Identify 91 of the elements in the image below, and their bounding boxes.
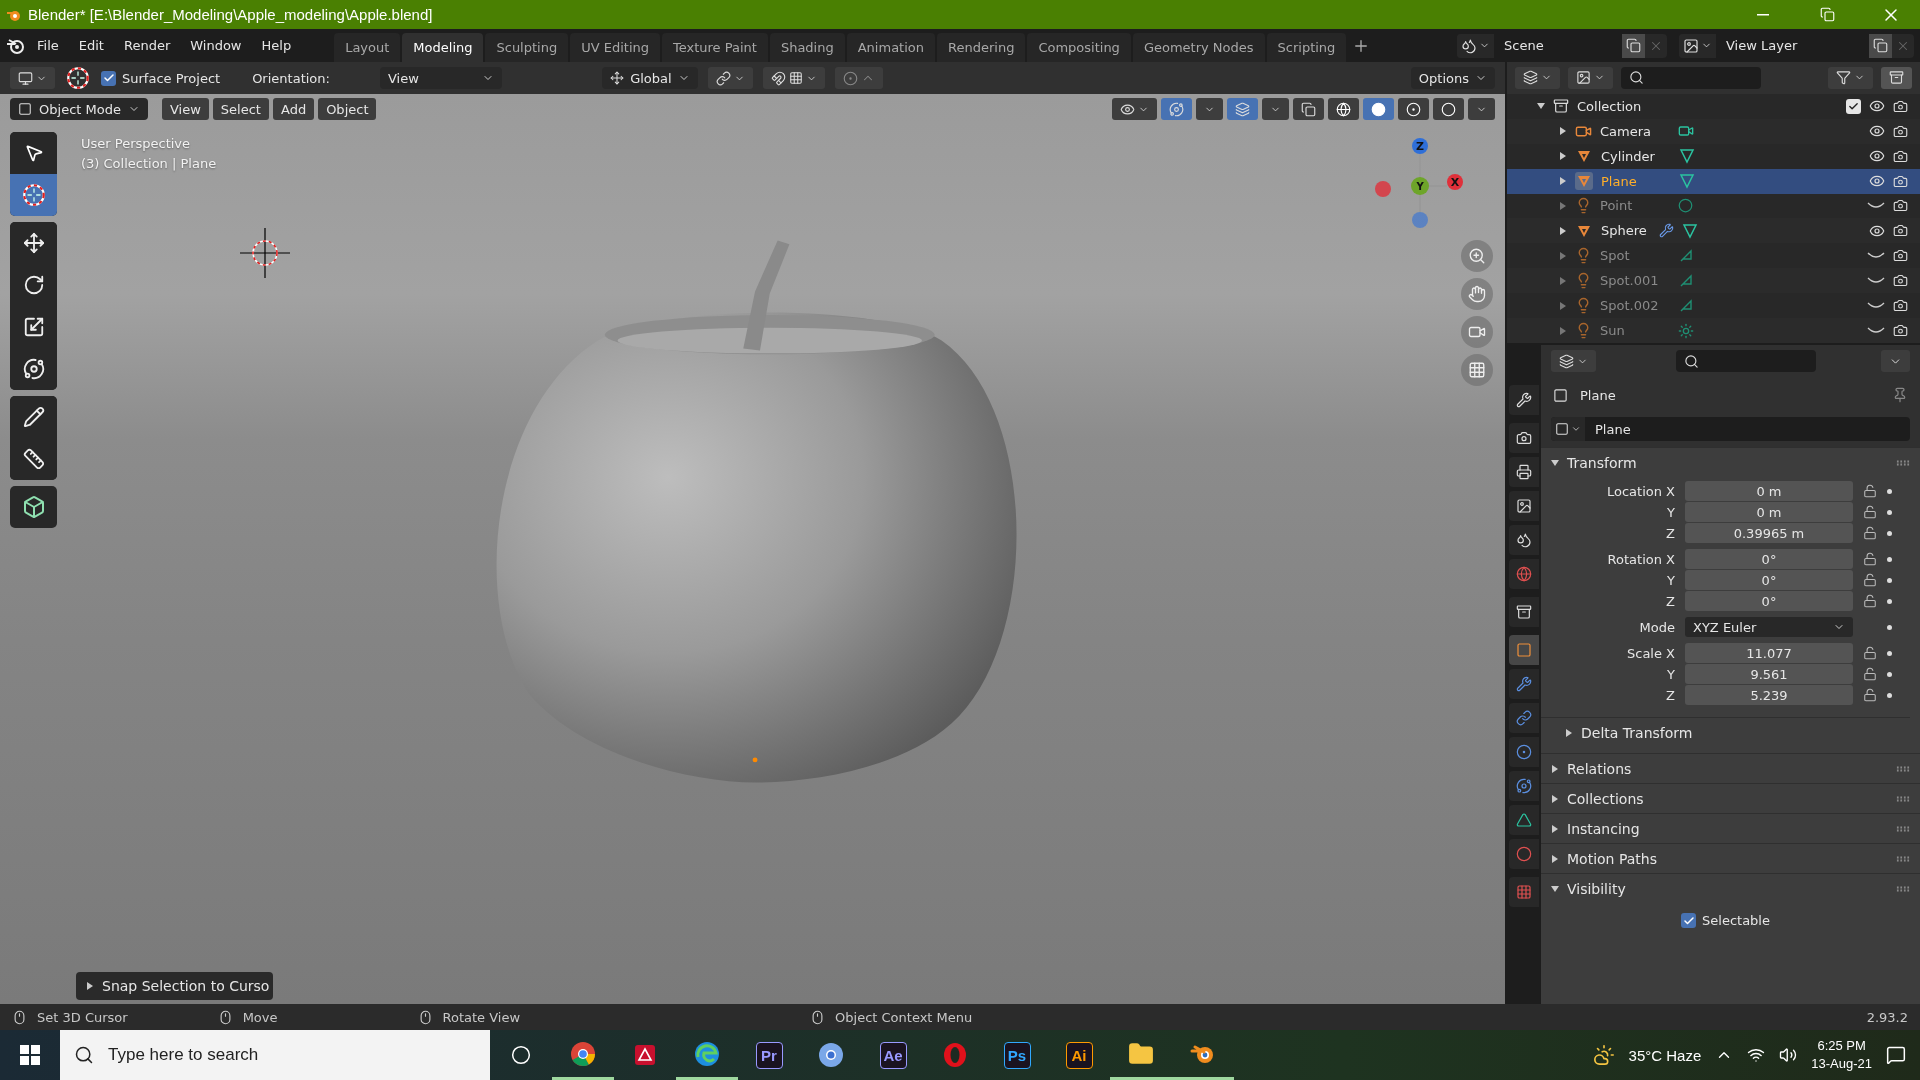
object-name: Cylinder [1601, 148, 1656, 164]
menu-item[interactable]: Help [252, 34, 301, 57]
header-menu[interactable]: Select [212, 98, 269, 120]
scene-field[interactable]: Scene [1494, 33, 1622, 58]
field-label: Z [1665, 525, 1675, 541]
number-field[interactable]: 11.077 [1685, 643, 1853, 663]
view-perspective-label: User Perspective [81, 136, 192, 151]
workspace-tab[interactable]: Modeling [402, 33, 484, 62]
options-dropdown[interactable]: Options [1410, 67, 1495, 89]
status-hint: Move [242, 1009, 278, 1025]
app-logo: Ae [879, 1041, 907, 1069]
field-label: Scale X [1626, 645, 1675, 661]
number-field[interactable]: 0.39965 m [1685, 523, 1853, 543]
workspace-tab[interactable]: Layout [334, 33, 401, 62]
field-label: Mode [1638, 619, 1675, 635]
view-layer-field[interactable]: View Layer [1716, 33, 1869, 58]
mode-dropdown[interactable]: Object Mode [10, 98, 148, 120]
panel-header[interactable]: Transform [1541, 447, 1920, 477]
selectable-checkbox[interactable]: Selectable [1681, 913, 1770, 928]
menu-item[interactable]: File [28, 34, 68, 57]
menu-item[interactable]: Render [114, 34, 180, 57]
panel-header[interactable]: Instancing [1541, 813, 1920, 843]
app-logo: Ai [1065, 1041, 1093, 1069]
object-name: Camera [1600, 123, 1653, 139]
field-label: Location X [1605, 483, 1675, 499]
panel-header[interactable]: Visibility [1541, 873, 1920, 903]
object-name: Sun [1600, 323, 1626, 338]
workspace-tab[interactable]: Scripting [1266, 33, 1347, 62]
header-menu[interactable]: Add [272, 98, 315, 120]
field-label: Y [1666, 666, 1675, 682]
number-field[interactable]: 0° [1685, 591, 1853, 611]
taskbar-app[interactable]: Ps [986, 1030, 1048, 1080]
status-hint: Object Context Menu [835, 1009, 973, 1025]
taskbar-search-field[interactable]: Type here to search [60, 1030, 490, 1080]
object-title: Plane [1580, 387, 1616, 403]
context-label: (3) Collection | Plane [81, 156, 217, 171]
object-name: Spot.001 [1600, 273, 1660, 289]
header-menu[interactable]: Object [318, 98, 377, 120]
taskbar-app[interactable]: Ae [862, 1030, 924, 1080]
field-label: Z [1665, 687, 1675, 703]
number-field[interactable]: 0 m [1685, 502, 1853, 522]
last-operator-panel[interactable]: Snap Selection to Curso [76, 972, 274, 1000]
field-label: Y [1666, 504, 1675, 520]
panel-header[interactable]: Collections [1541, 783, 1920, 813]
menu-item[interactable]: Window [181, 34, 251, 57]
workspace-tab[interactable]: Geometry Nodes [1132, 33, 1265, 62]
field-label: Y [1666, 572, 1675, 588]
workspace-tab[interactable]: Sculpting [485, 33, 569, 62]
outliner-row[interactable]: Plane [1507, 168, 1920, 194]
weather-label: 35°C Haze [1628, 1046, 1702, 1064]
app-logo: Ps [1003, 1041, 1031, 1069]
number-field[interactable]: 5.239 [1685, 685, 1853, 705]
workspace-tab[interactable]: Compositing [1027, 33, 1131, 62]
number-field[interactable]: 0° [1685, 549, 1853, 569]
panel-header[interactable]: Relations [1541, 753, 1920, 783]
workspace-tab[interactable]: UV Editing [570, 33, 660, 62]
orientation-label: Orientation: [252, 70, 330, 86]
app-logo: Pr [755, 1041, 783, 1069]
status-hint: Set 3D Cursor [37, 1009, 128, 1025]
workspace-tab[interactable]: Rendering [937, 33, 1026, 62]
surface-project-checkbox[interactable]: Surface Project [101, 70, 221, 86]
status-hint: Rotate View [442, 1009, 521, 1025]
mode-dropdown[interactable]: XYZ Euler [1685, 617, 1853, 637]
header-menu[interactable]: View [162, 98, 209, 120]
field-label: Z [1665, 593, 1675, 609]
number-field[interactable]: 9.561 [1685, 664, 1853, 684]
axis-ball[interactable]: Z [1412, 138, 1428, 154]
panel-header[interactable]: Motion Paths [1541, 843, 1920, 873]
taskbar-app[interactable]: Pr [738, 1030, 800, 1080]
workspace-tab[interactable]: Texture Paint [662, 33, 768, 62]
axis-ball[interactable]: Y [1411, 177, 1429, 195]
object-name: Point [1600, 198, 1634, 214]
version-label: 2.93.2 [1866, 1009, 1908, 1025]
window-title: Blender* [E:\Blender_Modeling\Apple_modeling\Apple.blend] [28, 6, 434, 23]
axis-ball[interactable]: X [1447, 174, 1463, 190]
object-name: Sphere [1601, 223, 1648, 239]
menu-item[interactable]: Edit [69, 34, 113, 57]
workspace-tab[interactable]: Shading [769, 33, 845, 62]
object-name: Spot [1600, 248, 1631, 264]
taskbar-app[interactable]: Ai [1048, 1030, 1110, 1080]
object-name: Spot.002 [1600, 298, 1660, 314]
field-label: Rotation X [1606, 551, 1675, 567]
workspace-tab[interactable]: Animation [846, 33, 935, 62]
clock[interactable]: 6:25 PM 13-Aug-21 [1811, 1037, 1872, 1073]
number-field[interactable]: 0 m [1685, 481, 1853, 501]
orientation-dropdown[interactable]: View [379, 67, 502, 89]
number-field[interactable]: 0° [1685, 570, 1853, 590]
object-name-field[interactable]: Plane [1551, 417, 1910, 441]
transform-orientation-dropdown[interactable]: Global [601, 67, 698, 89]
collection-name[interactable]: Collection [1577, 98, 1807, 114]
object-name: Plane [1601, 173, 1638, 189]
